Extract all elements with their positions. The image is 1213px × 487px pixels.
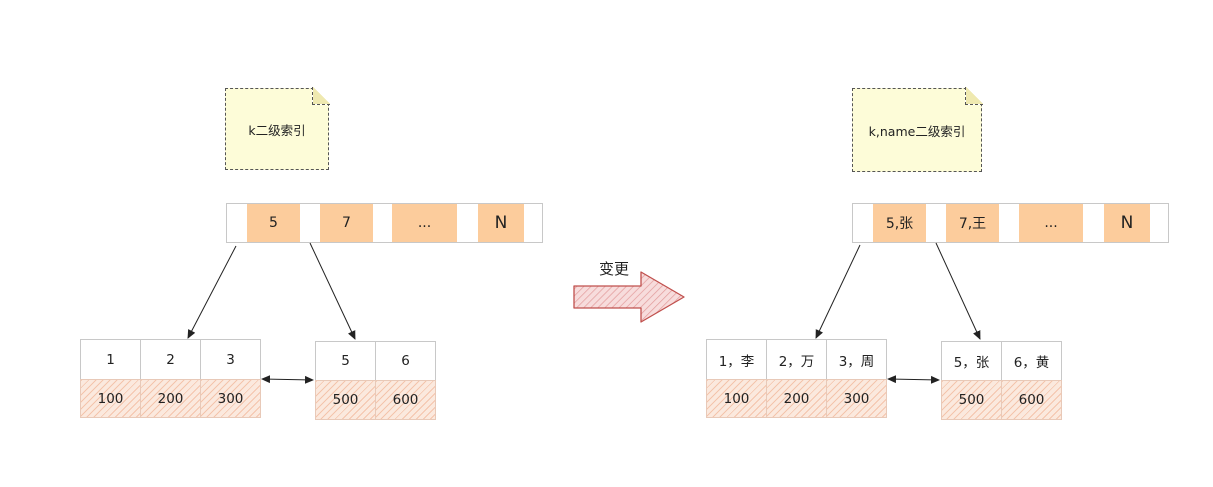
left-leaf1-key-2: 2 [140, 339, 201, 380]
left-leaf2-key-1: 5 [315, 341, 376, 381]
right-leaf2-value-2: 600 [1001, 380, 1062, 420]
left-root-key-3: ... [392, 204, 457, 242]
left-note-label: k二级索引 [248, 122, 306, 138]
change-label: 变更 [599, 260, 630, 278]
left-leaf1-key-1: 1 [80, 339, 141, 380]
left-root-key-2: 7 [320, 204, 373, 242]
left-leaf1-value-2: 200 [140, 379, 201, 418]
left-leaf2-value-2: 600 [375, 380, 436, 420]
left-index-note: k二级索引 [225, 87, 330, 170]
right-leaf-node-1: 1，李 2，万 3，周 100 200 300 [706, 339, 887, 418]
left-leaf2-value-1: 500 [315, 380, 376, 420]
right-root-key-2: 7,王 [946, 204, 999, 242]
left-leaf-node-2: 5 6 500 600 [315, 341, 436, 420]
right-leaf-link-arrow [887, 375, 940, 384]
right-root-key-1: 5,张 [873, 204, 926, 242]
right-leaf2-key-1: 5，张 [941, 341, 1002, 381]
right-root-key-3: ... [1019, 204, 1083, 242]
left-leaf-node-1: 1 2 3 100 200 300 [80, 339, 261, 418]
left-root-key-4: N [478, 204, 524, 242]
left-root-to-leaf1-arrow [187, 245, 237, 339]
right-leaf1-key-3: 3，周 [826, 339, 887, 380]
right-note-label: k,name二级索引 [868, 123, 966, 139]
right-root-to-leaf2-arrow [935, 242, 981, 340]
right-leaf2-value-1: 500 [941, 380, 1002, 420]
index-change-diagram: k二级索引 5 7 ... N 1 2 3 100 200 300 5 6 50… [0, 0, 1213, 487]
right-root-key-4: N [1104, 204, 1150, 242]
right-root-node: 5,张 7,王 ... N [852, 203, 1169, 243]
note-fold-corner [965, 87, 983, 105]
right-leaf1-key-1: 1，李 [706, 339, 767, 380]
left-leaf-link-arrow [261, 375, 314, 384]
right-leaf1-value-3: 300 [826, 379, 887, 418]
left-root-node: 5 7 ... N [226, 203, 543, 243]
right-leaf1-key-2: 2，万 [766, 339, 827, 380]
right-leaf1-value-1: 100 [706, 379, 767, 418]
left-leaf2-key-2: 6 [375, 341, 436, 381]
left-leaf1-value-1: 100 [80, 379, 141, 418]
note-fold-corner [312, 87, 330, 105]
left-leaf1-value-3: 300 [200, 379, 261, 418]
left-root-to-leaf2-arrow [309, 242, 356, 340]
right-root-to-leaf1-arrow [815, 244, 861, 339]
change-arrow-icon [573, 271, 685, 323]
left-root-key-1: 5 [247, 204, 300, 242]
right-leaf-node-2: 5，张 6，黄 500 600 [941, 341, 1062, 420]
right-leaf2-key-2: 6，黄 [1001, 341, 1062, 381]
right-leaf1-value-2: 200 [766, 379, 827, 418]
right-index-note: k,name二级索引 [852, 87, 983, 172]
left-leaf1-key-3: 3 [200, 339, 261, 380]
